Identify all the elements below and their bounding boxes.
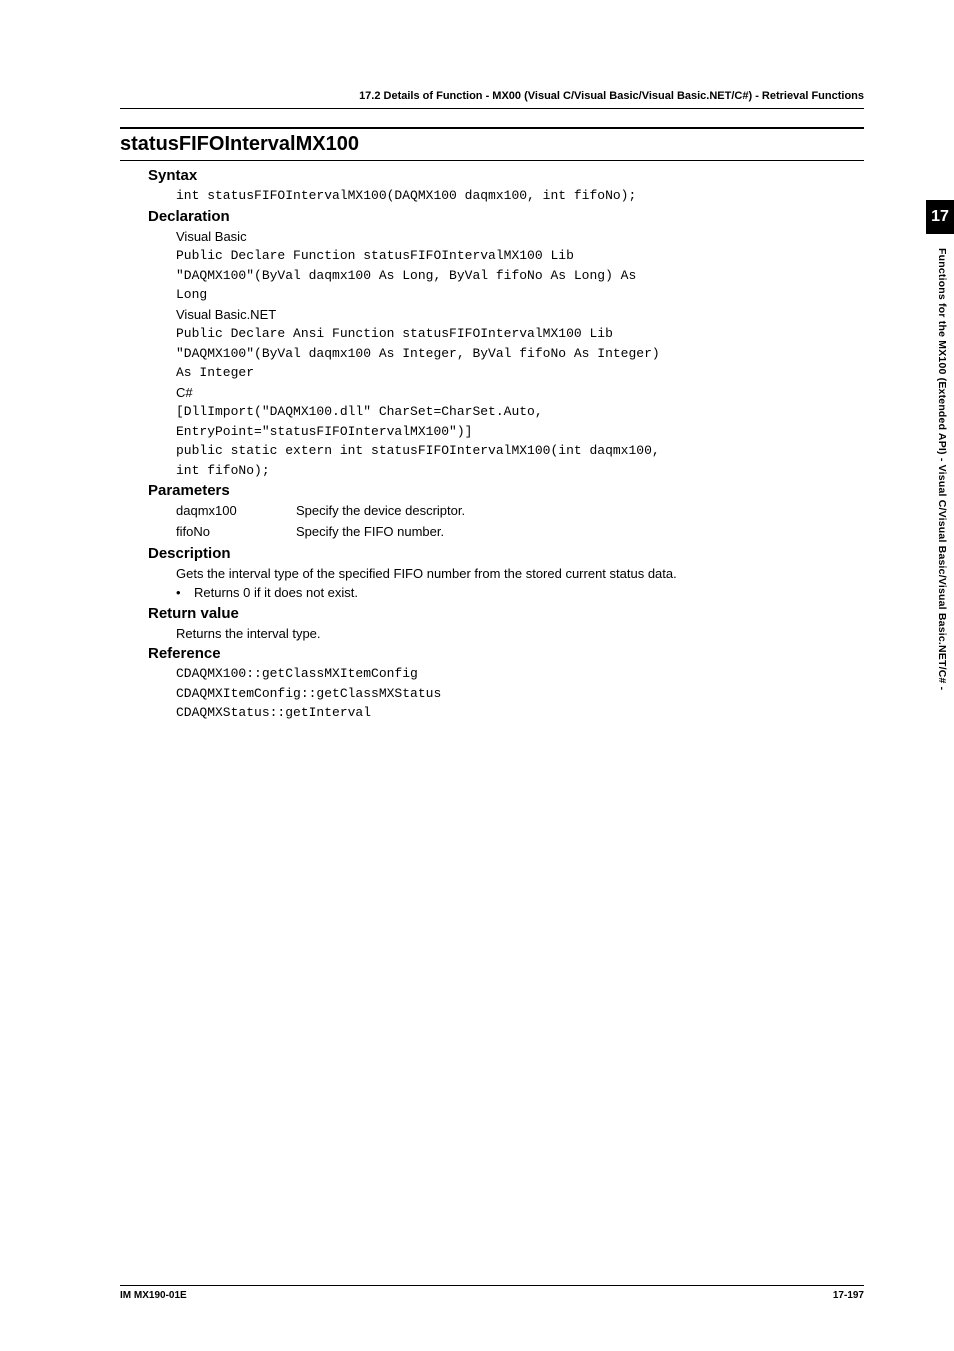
syntax-code: int statusFIFOIntervalMX100(DAQMX100 daq… bbox=[176, 186, 864, 206]
syntax-heading: Syntax bbox=[148, 167, 864, 184]
return-value-text: Returns the interval type. bbox=[176, 624, 864, 644]
param-desc: Specify the device descriptor. bbox=[296, 501, 465, 522]
bullet-text: Returns 0 if it does not exist. bbox=[194, 583, 358, 603]
param-row: fifoNo Specify the FIFO number. bbox=[176, 522, 864, 543]
csharp-label: C# bbox=[176, 383, 864, 403]
footer-left: IM MX190-01E bbox=[120, 1290, 187, 1301]
vb-code: Public Declare Function statusFIFOInterv… bbox=[176, 246, 864, 305]
description-text: Gets the interval type of the specified … bbox=[176, 564, 864, 584]
reference-heading: Reference bbox=[148, 645, 864, 662]
param-desc: Specify the FIFO number. bbox=[296, 522, 444, 543]
parameters-heading: Parameters bbox=[148, 482, 864, 499]
param-name: daqmx100 bbox=[176, 501, 296, 522]
section-title: statusFIFOIntervalMX100 bbox=[120, 127, 864, 161]
page-header: 17.2 Details of Function - MX00 (Visual … bbox=[120, 90, 864, 109]
csharp-code: [DllImport("DAQMX100.dll" CharSet=CharSe… bbox=[176, 402, 864, 480]
param-name: fifoNo bbox=[176, 522, 296, 543]
reference-code: CDAQMX100::getClassMXItemConfig CDAQMXIt… bbox=[176, 664, 864, 723]
param-row: daqmx100 Specify the device descriptor. bbox=[176, 501, 864, 522]
chapter-side-text: Functions for the MX100 (Extended API) -… bbox=[936, 248, 948, 690]
page-footer: IM MX190-01E 17-197 bbox=[120, 1285, 864, 1301]
declaration-heading: Declaration bbox=[148, 208, 864, 225]
chapter-tab: 17 bbox=[926, 200, 954, 234]
bullet-icon: • bbox=[176, 583, 194, 603]
vb-label: Visual Basic bbox=[176, 227, 864, 247]
description-bullet: • Returns 0 if it does not exist. bbox=[176, 583, 864, 603]
vbnet-label: Visual Basic.NET bbox=[176, 305, 864, 325]
vbnet-code: Public Declare Ansi Function statusFIFOI… bbox=[176, 324, 864, 383]
return-value-heading: Return value bbox=[148, 605, 864, 622]
description-heading: Description bbox=[148, 545, 864, 562]
footer-right: 17-197 bbox=[833, 1290, 864, 1301]
